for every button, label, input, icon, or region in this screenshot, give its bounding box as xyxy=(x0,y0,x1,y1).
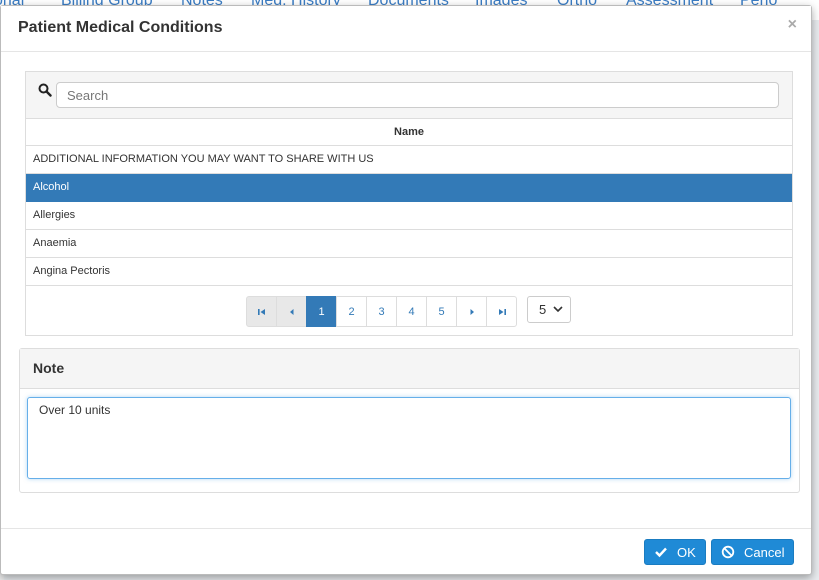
table-row[interactable]: Anaemia xyxy=(26,230,792,258)
pagination: 1 2 3 4 5 xyxy=(246,296,517,327)
next-page-icon xyxy=(470,308,474,315)
first-page-icon xyxy=(257,308,265,315)
last-page-button[interactable] xyxy=(486,296,517,327)
next-page-button[interactable] xyxy=(456,296,487,327)
close-button[interactable]: × xyxy=(788,16,797,34)
ban-icon xyxy=(721,545,735,559)
cancel-button-label: Cancel xyxy=(744,544,785,560)
modal-header: Patient Medical Conditions × xyxy=(1,6,811,52)
modal-title: Patient Medical Conditions xyxy=(18,19,223,36)
table-row[interactable]: ADDITIONAL INFORMATION YOU MAY WANT TO S… xyxy=(26,146,792,174)
search-bar xyxy=(26,72,792,119)
page-button-4[interactable]: 4 xyxy=(396,296,427,327)
patient-medical-conditions-dialog: Patient Medical Conditions × Name ADDITI… xyxy=(0,5,812,575)
ok-button-label: OK xyxy=(677,544,696,560)
page-button-5[interactable]: 5 xyxy=(426,296,457,327)
previous-page-icon xyxy=(289,308,293,315)
note-panel: Note Over 10 units xyxy=(19,348,800,493)
page-button-3[interactable]: 3 xyxy=(366,296,397,327)
ok-button[interactable]: OK xyxy=(644,539,706,565)
previous-page-button[interactable] xyxy=(276,296,307,327)
page-button-1[interactable]: 1 xyxy=(306,296,337,327)
last-page-icon xyxy=(498,308,506,315)
modal-footer: OK Cancel xyxy=(1,528,811,574)
page-size-select[interactable]: 5 xyxy=(527,296,571,323)
note-heading: Note xyxy=(20,349,799,389)
note-textarea[interactable]: Over 10 units xyxy=(27,397,791,479)
first-page-button[interactable] xyxy=(246,296,277,327)
cancel-button[interactable]: Cancel xyxy=(711,539,794,565)
search-input[interactable] xyxy=(56,82,779,108)
check-icon xyxy=(655,547,667,558)
table-row[interactable]: Angina Pectoris xyxy=(26,258,792,286)
table-row[interactable]: Allergies xyxy=(26,202,792,230)
table-row-selected[interactable]: Alcohol xyxy=(26,174,792,202)
conditions-grid: Name ADDITIONAL INFORMATION YOU MAY WANT… xyxy=(25,71,793,336)
chevron-down-icon xyxy=(553,306,563,313)
search-icon xyxy=(38,83,52,97)
page-button-2[interactable]: 2 xyxy=(336,296,367,327)
page-size-value: 5 xyxy=(539,302,547,317)
name-column-header[interactable]: Name xyxy=(26,119,792,146)
